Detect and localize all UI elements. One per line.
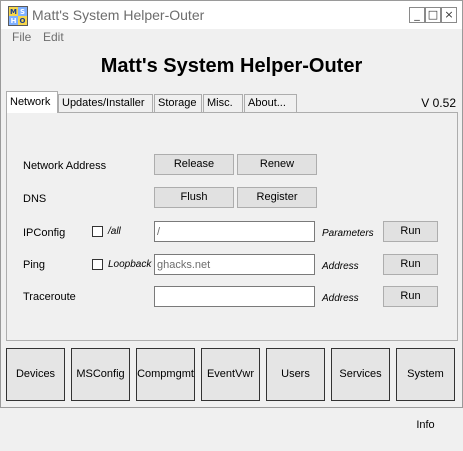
flush-button[interactable]: Flush bbox=[154, 187, 234, 208]
compmgmt-button[interactable]: Compmgmt bbox=[136, 348, 195, 401]
ping-loopback-label: Loopback bbox=[108, 259, 152, 270]
ping-run-button[interactable]: Run bbox=[383, 254, 438, 275]
app-window: M S H O Matt's System Helper-Outer _ □ ×… bbox=[0, 0, 463, 431]
title-bar[interactable]: M S H O Matt's System Helper-Outer _ □ × bbox=[1, 1, 462, 29]
ipconfig-parameters-input[interactable] bbox=[154, 221, 315, 242]
network-panel: Network Address Release Renew DNS Flush … bbox=[6, 112, 458, 341]
tab-about[interactable]: About... bbox=[244, 94, 297, 112]
window-title: Matt's System Helper-Outer bbox=[32, 7, 205, 23]
ping-address-input[interactable] bbox=[154, 254, 315, 275]
app-icon-letter: M bbox=[9, 7, 18, 16]
traceroute-label: Traceroute bbox=[23, 291, 76, 303]
menu-bar: File Edit bbox=[1, 29, 462, 45]
close-icon[interactable]: × bbox=[441, 7, 457, 23]
dns-label: DNS bbox=[23, 193, 47, 205]
tab-network[interactable]: Network bbox=[6, 91, 58, 113]
register-button[interactable]: Register bbox=[237, 187, 317, 208]
app-icon: M S H O bbox=[8, 6, 28, 26]
version-label: V 0.52 bbox=[421, 96, 456, 110]
ping-loopback-checkbox[interactable] bbox=[92, 259, 103, 270]
system-info-button[interactable]: System Info bbox=[396, 348, 455, 431]
tab-misc[interactable]: Misc. bbox=[203, 94, 243, 112]
traceroute-address-input[interactable] bbox=[154, 286, 315, 307]
ipconfig-all-label: /all bbox=[108, 226, 121, 237]
app-heading: Matt's System Helper-Outer bbox=[100, 55, 363, 77]
minimize-icon[interactable]: _ bbox=[409, 7, 425, 23]
eventvwr-button[interactable]: EventVwr bbox=[201, 348, 260, 401]
users-button[interactable]: Users bbox=[266, 348, 325, 401]
ping-address-label: Address bbox=[322, 261, 359, 272]
menu-file[interactable]: File bbox=[12, 30, 31, 44]
tab-storage[interactable]: Storage bbox=[154, 94, 202, 112]
renew-button[interactable]: Renew bbox=[237, 154, 317, 175]
ipconfig-all-checkbox[interactable] bbox=[92, 226, 103, 237]
release-button[interactable]: Release bbox=[154, 154, 234, 175]
app-icon-letter: H bbox=[9, 16, 18, 25]
traceroute-run-button[interactable]: Run bbox=[383, 286, 438, 307]
maximize-icon[interactable]: □ bbox=[425, 7, 441, 23]
ipconfig-label: IPConfig bbox=[23, 227, 66, 239]
app-icon-letter: S bbox=[18, 7, 27, 16]
tab-updates-installer[interactable]: Updates/Installer bbox=[58, 94, 153, 112]
ipconfig-run-button[interactable]: Run bbox=[383, 221, 438, 242]
network-address-label: Network Address bbox=[23, 160, 107, 172]
ipconfig-parameters-label: Parameters bbox=[322, 228, 374, 239]
msconfig-button[interactable]: MSConfig bbox=[71, 348, 130, 401]
ping-label: Ping bbox=[23, 259, 46, 271]
services-button[interactable]: Services bbox=[331, 348, 390, 401]
devices-button[interactable]: Devices bbox=[6, 348, 65, 401]
traceroute-address-label: Address bbox=[322, 293, 359, 304]
menu-edit[interactable]: Edit bbox=[43, 30, 64, 44]
app-icon-letter: O bbox=[18, 16, 27, 25]
